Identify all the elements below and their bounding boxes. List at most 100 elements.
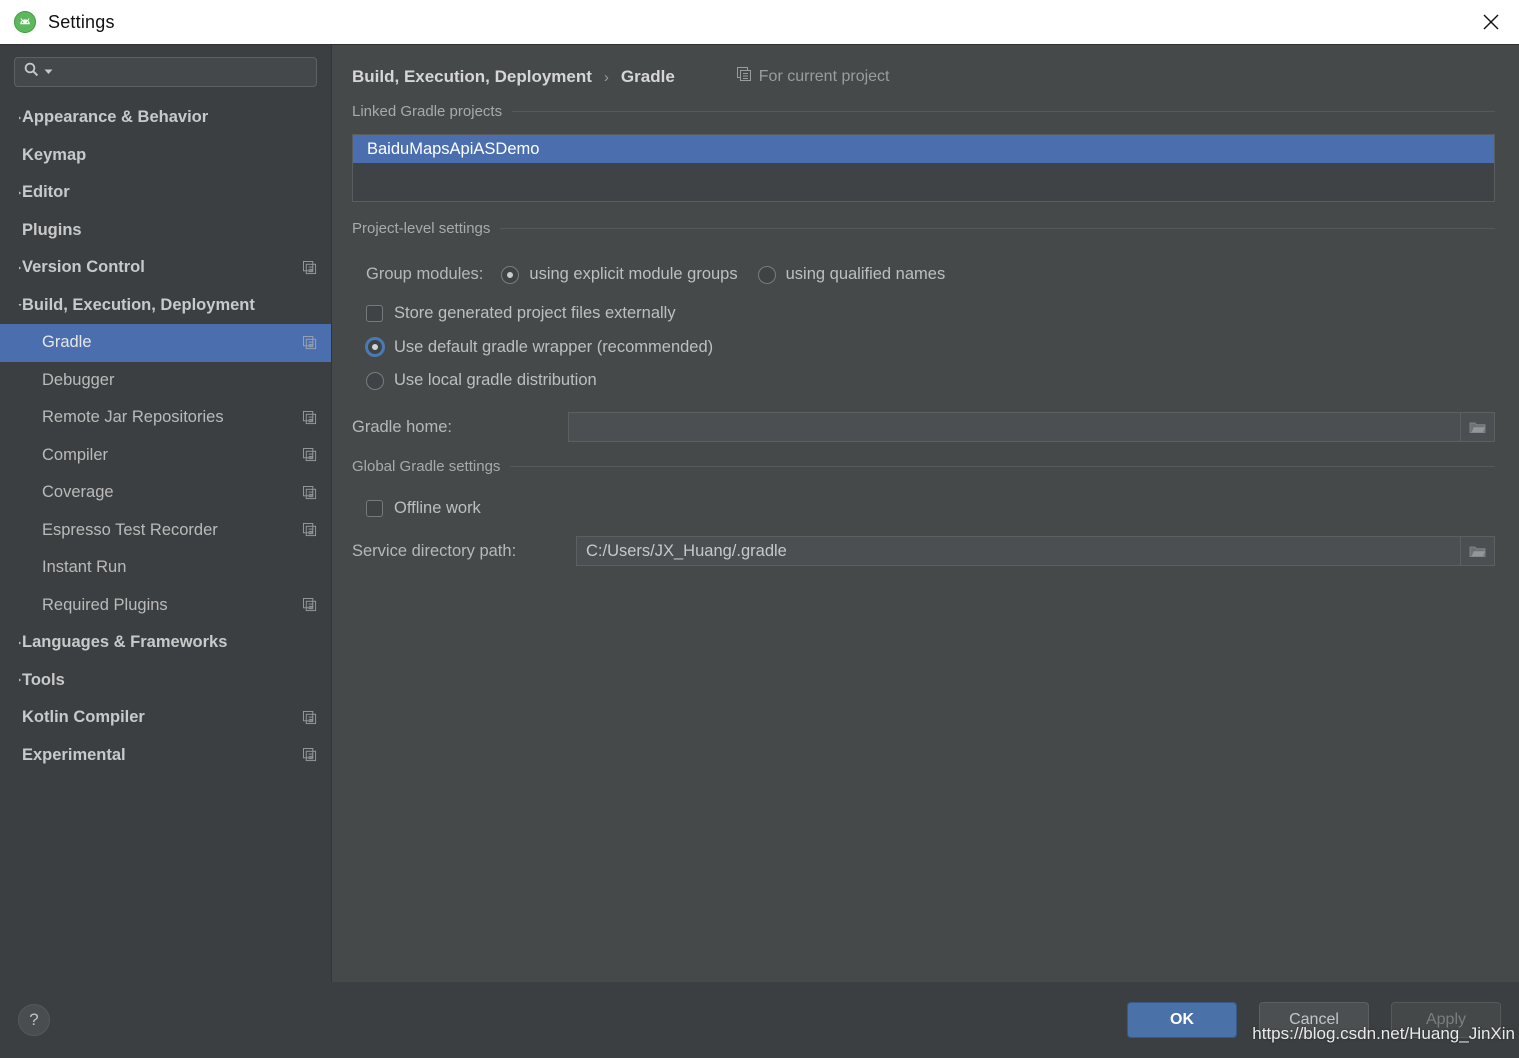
close-icon[interactable] [1463,0,1519,44]
copy-icon[interactable] [303,598,317,612]
group-title-text: Linked Gradle projects [352,103,503,120]
for-current-project-label: For current project [758,68,890,85]
chevron-right-icon[interactable] [0,187,22,199]
copy-icon[interactable] [303,335,317,350]
copy-icon[interactable] [303,710,317,725]
android-studio-icon [14,11,36,33]
sidebar-item-label: Languages & Frameworks [22,633,228,652]
chevron-down-icon[interactable] [44,63,53,81]
sidebar-item-appearance-behavior[interactable]: Appearance & Behavior [0,99,331,137]
sidebar-item-espresso-test-recorder[interactable]: Espresso Test Recorder [0,512,331,550]
search-input[interactable] [57,64,308,80]
group-divider [500,228,1495,229]
radio-icon-selected [501,265,520,284]
title-bar: Settings [0,0,1519,44]
global-settings-title: Global Gradle settings [352,458,1495,475]
radio-use-default-wrapper[interactable]: Use default gradle wrapper (recommended) [352,337,1495,357]
sidebar-item-version-control[interactable]: Version Control [0,249,331,287]
sidebar-item-label: Kotlin Compiler [22,708,145,727]
radio-label: using explicit module groups [529,265,738,283]
chevron-right-icon[interactable] [0,112,22,124]
sidebar-item-compiler[interactable]: Compiler [0,437,331,475]
breadcrumb-separator: › [603,68,609,86]
sidebar-item-gradle[interactable]: Gradle [0,324,331,362]
radio-label: using qualified names [785,265,946,283]
service-directory-value: C:/Users/JX_Huang/.gradle [586,541,787,560]
sidebar-item-label: Plugins [22,220,82,239]
chevron-right-icon[interactable] [0,637,22,649]
service-directory-row: Service directory path: C:/Users/JX_Huan… [352,536,1495,566]
sidebar-item-instant-run[interactable]: Instant Run [0,549,331,587]
gradle-home-row: Gradle home: [352,412,1495,442]
radio-icon-selected [365,337,385,357]
sidebar-item-tools[interactable]: Tools [0,662,331,700]
checkbox-icon-unchecked [366,500,383,517]
group-divider [510,466,1495,467]
radio-qualified-names[interactable]: using qualified names [757,265,946,284]
group-modules-row: Group modules: using explicit module gro… [352,265,1495,284]
sidebar-item-label: Remote Jar Repositories [42,408,224,427]
sidebar-item-keymap[interactable]: Keymap [0,137,331,175]
chevron-right-icon[interactable] [0,262,22,274]
sidebar-item-label: Espresso Test Recorder [42,520,218,539]
checkbox-label: Offline work [394,499,481,517]
project-level-title: Project-level settings [352,220,1495,237]
radio-label: Use default gradle wrapper (recommended) [394,337,714,356]
group-title-text: Global Gradle settings [352,458,501,475]
search-wrapper [0,57,331,99]
list-item[interactable]: BaiduMapsApiASDemo [353,135,1494,163]
sidebar-item-required-plugins[interactable]: Required Plugins [0,587,331,625]
apply-button: Apply [1391,1002,1501,1038]
cancel-button[interactable]: Cancel [1259,1002,1369,1038]
radio-explicit-module-groups[interactable]: using explicit module groups [501,265,738,284]
project-level-group: Project-level settings Group modules: us… [352,220,1495,442]
breadcrumb: Build, Execution, Deployment › Gradle Fo… [352,45,1495,93]
chevron-right-icon[interactable] [0,374,42,386]
ok-button[interactable]: OK [1127,1002,1237,1038]
copy-icon[interactable] [303,523,317,537]
sidebar-item-label: Gradle [42,333,92,352]
service-directory-field[interactable]: C:/Users/JX_Huang/.gradle [576,536,1495,566]
chevron-right-icon[interactable] [0,674,22,686]
sidebar-item-kotlin-compiler[interactable]: Kotlin Compiler [0,699,331,737]
copy-icon[interactable] [303,485,317,500]
folder-icon[interactable] [1460,413,1494,441]
dialog-buttons: OK Cancel Apply [1127,1002,1501,1038]
settings-tree: Appearance & Behavior Keymap Editor Plugins… [0,99,331,982]
sidebar-item-plugins[interactable]: Plugins [0,212,331,250]
sidebar-item-debugger[interactable]: Debugger [0,362,331,400]
settings-dialog: Settings Appearance & Behavior Keymap Ed… [0,0,1519,1058]
copy-icon[interactable] [303,410,317,425]
linked-projects-title: Linked Gradle projects [352,103,1495,120]
sidebar-item-label: Instant Run [42,558,127,577]
sidebar-item-coverage[interactable]: Coverage [0,474,331,512]
gradle-home-field[interactable] [568,412,1495,442]
sidebar-item-remote-jar-repositories[interactable]: Remote Jar Repositories [0,399,331,437]
help-icon[interactable]: ? [18,1004,50,1036]
sidebar-item-editor[interactable]: Editor [0,174,331,212]
sidebar-item-label: Required Plugins [42,595,168,614]
chevron-right-icon[interactable] [0,337,42,349]
chevron-down-icon[interactable] [0,299,22,311]
breadcrumb-parent[interactable]: Build, Execution, Deployment [352,67,592,87]
checkbox-label: Store generated project files externally [394,304,676,322]
copy-icon [736,67,752,87]
search-box[interactable] [14,57,317,87]
sidebar-item-label: Keymap [22,145,87,164]
service-directory-label: Service directory path: [352,541,517,560]
radio-icon-empty [757,265,776,284]
linked-projects-list[interactable]: BaiduMapsApiASDemo [352,134,1495,202]
for-current-project[interactable]: For current project [736,67,890,87]
copy-icon[interactable] [303,448,317,462]
checkbox-offline-work[interactable]: Offline work [352,499,1495,518]
sidebar-item-experimental[interactable]: Experimental [0,737,331,775]
folder-icon[interactable] [1460,537,1494,565]
radio-use-local-distribution[interactable]: Use local gradle distribution [352,371,1495,390]
sidebar-item-build-execution-deployment[interactable]: Build, Execution, Deployment [0,287,331,325]
sidebar-item-label: Editor [22,183,70,202]
sidebar-item-languages-frameworks[interactable]: Languages & Frameworks [0,624,331,662]
copy-icon[interactable] [303,748,317,762]
checkbox-store-externally[interactable]: Store generated project files externally [352,304,1495,323]
copy-icon[interactable] [303,260,317,275]
sidebar-item-label: Build, Execution, Deployment [22,295,255,314]
